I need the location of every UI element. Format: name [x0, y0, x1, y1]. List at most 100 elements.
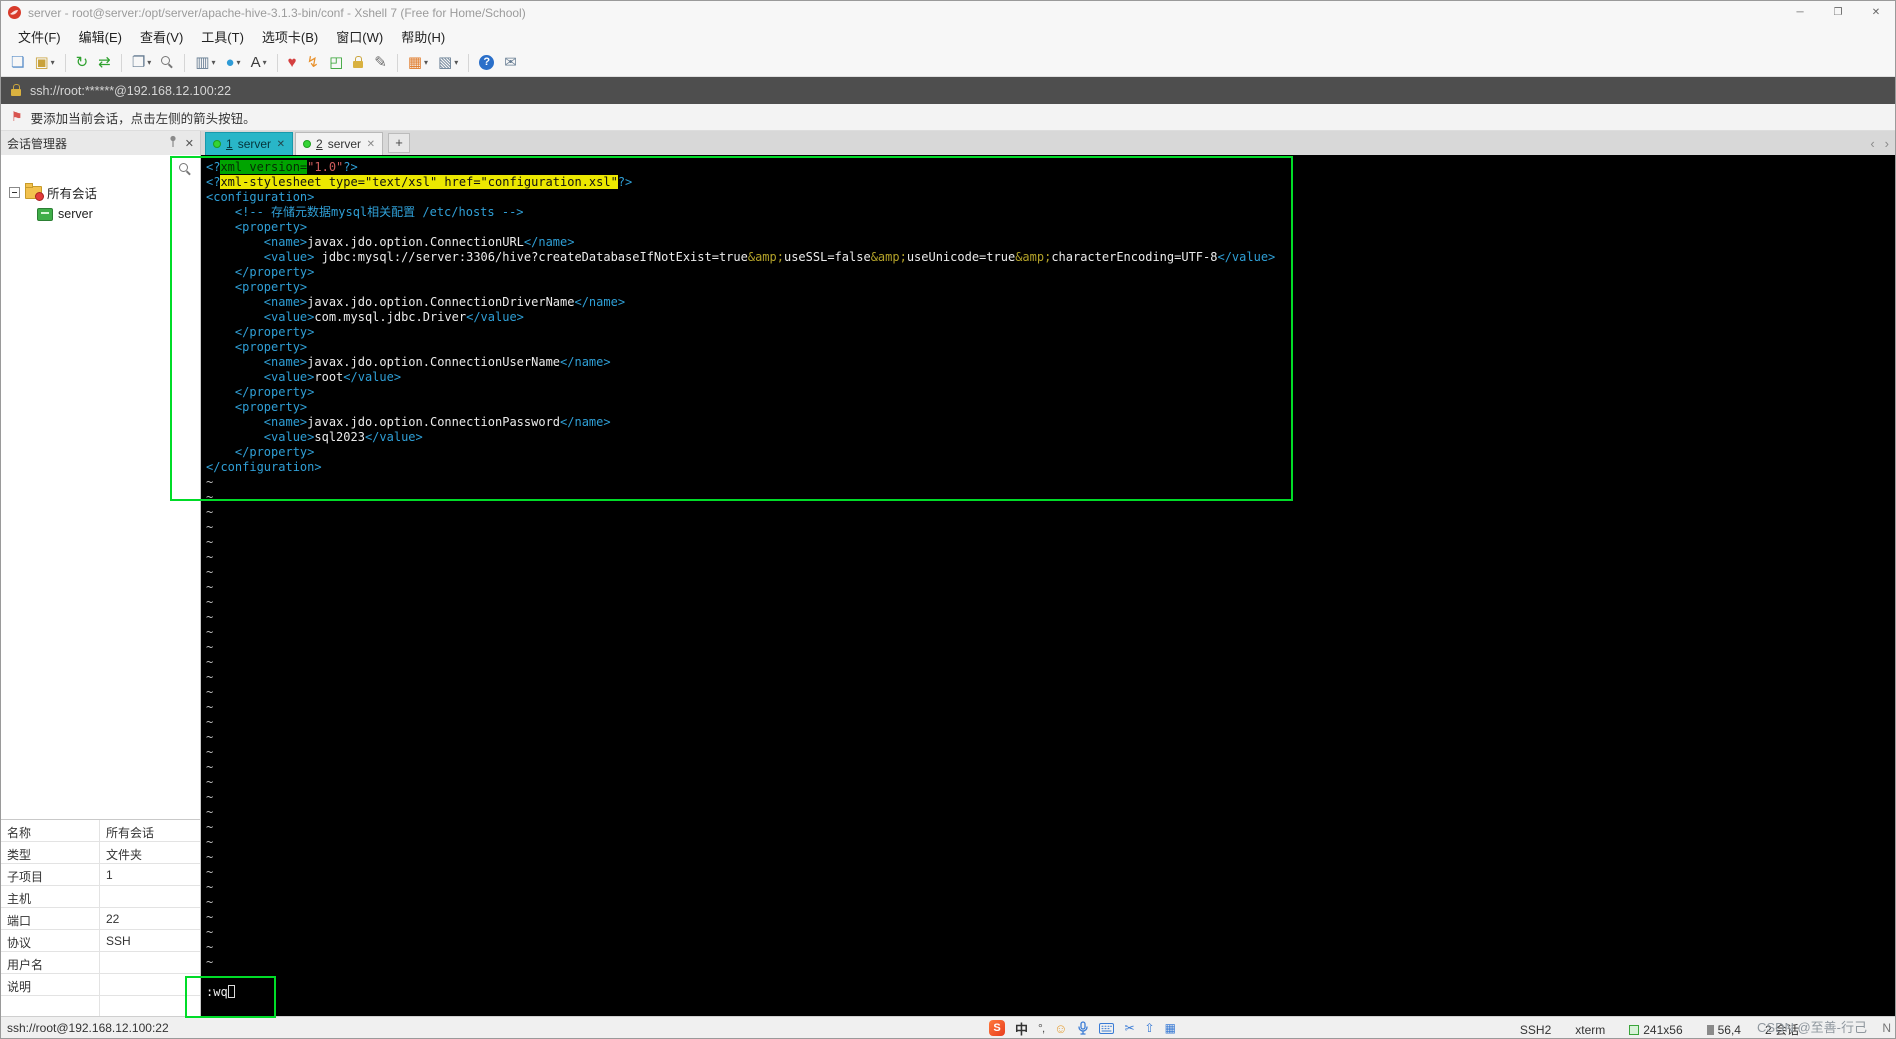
file-transfer-icon: ▦ [407, 54, 423, 71]
pane-grid-button[interactable]: ▧ ▾ [434, 52, 462, 74]
minimize-button[interactable]: ─ [1781, 1, 1819, 24]
help-button[interactable]: ? [475, 52, 498, 74]
reconnect-button[interactable]: ↻ [72, 52, 93, 74]
new-window-button[interactable]: ❐ ▾ [128, 52, 155, 74]
session-tab-1[interactable]: 1 server ✕ [205, 132, 293, 155]
open-folder-button[interactable]: ▣ ▾ [30, 52, 58, 74]
toolbar: ❏ ▣ ▾ ↻ ⇄ ❐ ▾ ▥ ▾ ● ▾ A ▾ ♥ ↯ ◰ ✎ ▦ ▾ ▧ ▾? ✉ [1, 49, 1895, 77]
feedback-button[interactable]: ✉ [500, 52, 521, 74]
terminal-line: ~ [206, 790, 214, 804]
ime-punctuation-indicator[interactable]: °, [1038, 1021, 1045, 1035]
terminal-line: <property> [206, 340, 308, 354]
terminal-line: ~ [206, 565, 214, 579]
tab-number: 2 [316, 137, 323, 151]
new-tab-button[interactable]: + [388, 132, 410, 153]
new-session-button[interactable]: ❏ [7, 52, 28, 74]
close-button[interactable]: ✕ [1857, 1, 1895, 24]
tab-scroll-right-icon[interactable]: › [1885, 136, 1889, 151]
dropdown-caret-icon: ▾ [211, 58, 216, 67]
property-row[interactable]: 端口 22 [1, 908, 200, 930]
dropdown-caret-icon: ▾ [454, 58, 459, 67]
session-tab-2[interactable]: 2 server ✕ [295, 132, 383, 155]
collapse-icon[interactable] [9, 186, 20, 198]
ime-voice-icon[interactable] [1077, 1021, 1089, 1035]
terminal-screen[interactable]: <?xml version="1.0"?> <?xml-stylesheet ty… [201, 155, 1895, 1018]
property-row[interactable]: 名称 所有会话 [1, 820, 200, 842]
compose-pen-button[interactable]: ✎ [370, 52, 391, 74]
font-button[interactable]: A ▾ [247, 52, 271, 74]
record-button[interactable]: ♥ [284, 52, 301, 74]
property-value [100, 952, 200, 973]
menu-item-file[interactable]: 文件(F) [9, 24, 70, 49]
terminal-line: ~ [206, 685, 214, 699]
tree-item-server[interactable]: server [1, 203, 200, 225]
ime-mode-indicator[interactable]: 中 [1015, 1019, 1028, 1038]
tab-scroll-left-icon[interactable]: ‹ [1870, 136, 1874, 151]
property-row[interactable]: 说明 [1, 974, 200, 996]
property-row[interactable]: 子项目 1 [1, 864, 200, 886]
session-tree: 所有会话 server [1, 155, 200, 225]
color-scheme-button[interactable]: ● ▾ [221, 52, 244, 74]
search-icon[interactable] [179, 163, 192, 176]
ime-keyboard-icon[interactable] [1099, 1022, 1115, 1034]
pin-icon[interactable] [168, 135, 178, 151]
menu-item-edit[interactable]: 编辑(E) [70, 24, 131, 49]
property-row[interactable]: 类型 文件夹 [1, 842, 200, 864]
panel-close-icon[interactable]: ✕ [185, 137, 194, 150]
dropdown-caret-icon: ▾ [262, 58, 267, 67]
title-bar: server - root@server:/opt/server/apache-… [1, 1, 1895, 24]
property-row[interactable]: 用户名 [1, 952, 200, 974]
terminal-line: <value>root</value> [206, 370, 402, 384]
file-transfer-button[interactable]: ▦ ▾ [404, 52, 432, 74]
panel-title: 会话管理器 [7, 136, 68, 151]
terminal-line: ~ [206, 910, 214, 924]
tab-scroll-arrows: ‹ › [1870, 131, 1889, 155]
ime-emoji-icon[interactable]: ☺ [1054, 1021, 1067, 1036]
menu-item-tools[interactable]: 工具(T) [192, 24, 253, 49]
menu-item-help[interactable]: 帮助(H) [392, 24, 454, 49]
address-bar[interactable]: ssh://root:******@192.168.12.100:22 [1, 77, 1895, 104]
tree-item-all-sessions[interactable]: 所有会话 [1, 181, 200, 203]
terminal-line: </property> [206, 445, 315, 459]
terminal-line: <value>sql2023</value> [206, 430, 423, 444]
quick-command-button[interactable]: ↯ [303, 52, 324, 74]
tree-item-label: 所有会话 [47, 186, 98, 201]
tab-close-icon[interactable]: ✕ [367, 139, 375, 150]
terminal-line: <!-- 存储元数据mysql相关配置 /etc/hosts --> [206, 205, 524, 219]
property-label: 名称 [1, 820, 100, 841]
property-value: 文件夹 [106, 848, 143, 862]
lock-button[interactable] [349, 52, 368, 74]
terminal-line: ~ [206, 670, 214, 684]
menu-item-view[interactable]: 查看(V) [131, 24, 192, 49]
terminal-line: ~ [206, 745, 214, 759]
color-scheme-icon: ● [225, 54, 235, 71]
property-value: 所有会话 [106, 826, 155, 840]
ime-skin-icon[interactable]: ⇧ [1145, 1021, 1155, 1035]
property-row[interactable]: 协议 SSH [1, 930, 200, 952]
property-value: 22 [106, 912, 120, 926]
terminal-cursor [227, 985, 235, 998]
fullscreen-button[interactable]: ◰ [325, 52, 347, 74]
property-row[interactable] [1, 996, 200, 1018]
tab-layout-icon: ▥ [195, 54, 210, 71]
ime-toolbox-icon[interactable]: ▦ [1165, 1021, 1176, 1035]
terminal-line: <property> [206, 280, 308, 294]
property-row[interactable]: 主机 [1, 886, 200, 908]
status-extra-indicator: N [1882, 1021, 1891, 1035]
terminal-line: :wq [206, 985, 1895, 1000]
compose-pen-icon: ✎ [374, 54, 387, 71]
terminal-line: </property> [206, 325, 315, 339]
toolbar-separator [468, 53, 470, 72]
maximize-button[interactable]: ❐ [1819, 1, 1857, 24]
find-button[interactable] [157, 52, 178, 74]
reconnect-all-button[interactable]: ⇄ [94, 52, 115, 74]
sogou-logo-icon[interactable]: S [989, 1020, 1005, 1036]
menu-item-window[interactable]: 窗口(W) [327, 24, 392, 49]
ime-screenshot-icon[interactable]: ✂ [1124, 1021, 1134, 1035]
tab-close-icon[interactable]: ✕ [277, 139, 285, 150]
menu-item-tab[interactable]: 选项卡(B) [253, 24, 327, 49]
quick-command-icon: ↯ [306, 54, 320, 71]
record-icon: ♥ [287, 54, 297, 71]
tab-layout-button[interactable]: ▥ ▾ [191, 52, 219, 74]
terminal-line: ~ [206, 595, 214, 609]
